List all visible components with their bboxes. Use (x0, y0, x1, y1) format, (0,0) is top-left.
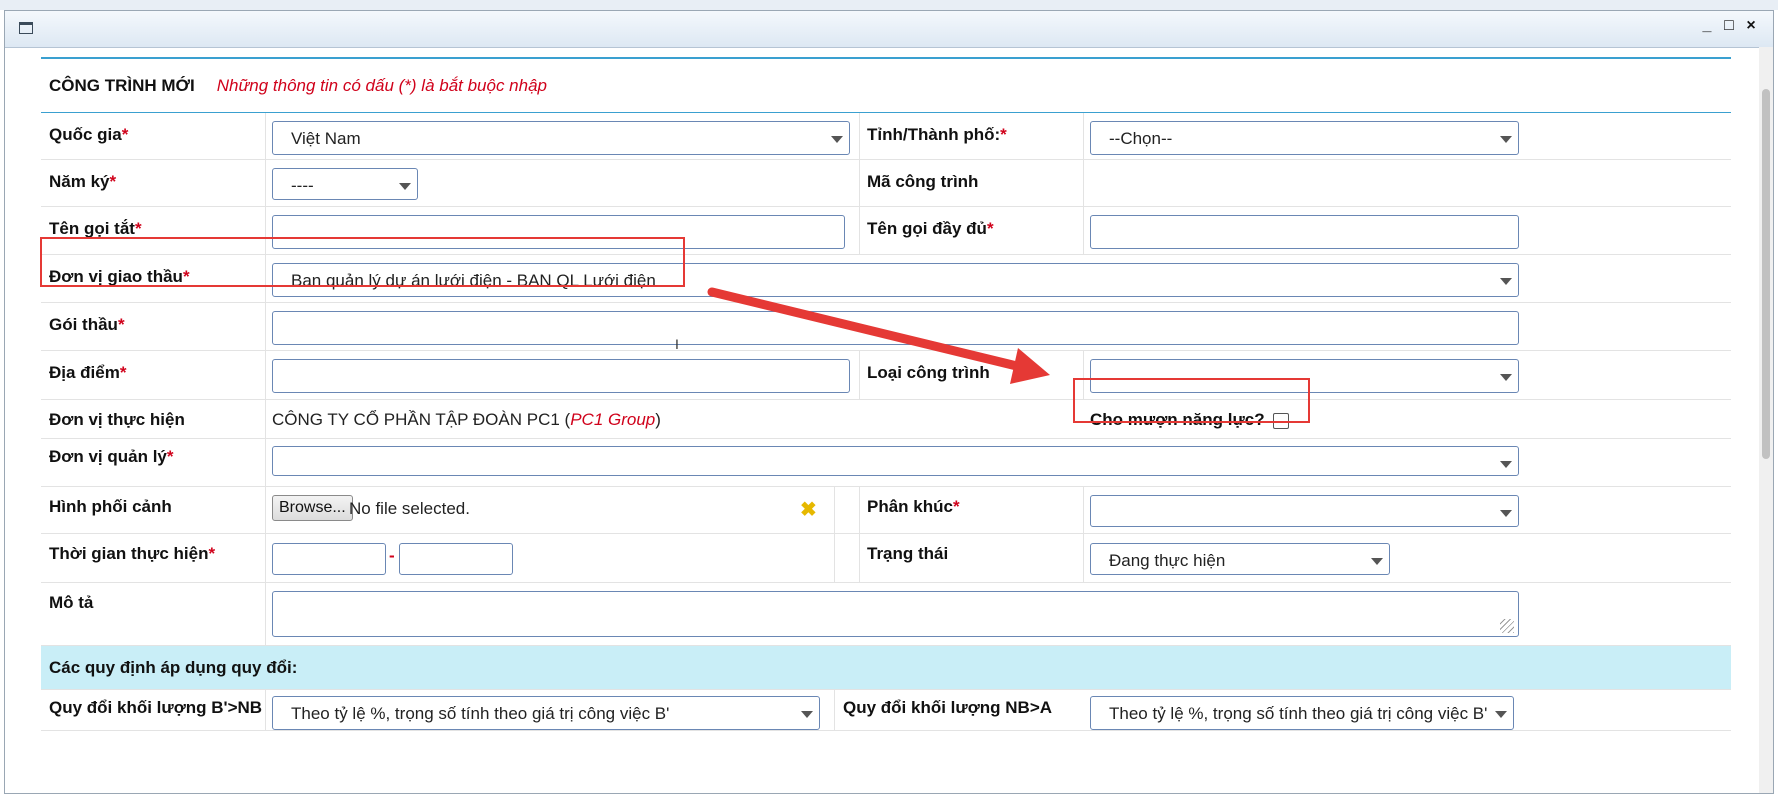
short-name-label: Tên gọi tắt* (49, 219, 142, 238)
dropdown-caret-icon (399, 183, 411, 190)
description-textarea[interactable] (272, 591, 1519, 637)
form-title: CÔNG TRÌNH MỚI (49, 75, 195, 95)
status-label: Trạng thái (867, 544, 949, 563)
rules-section-title: Các quy định áp dụng quy đổi: (49, 658, 298, 677)
dropdown-caret-icon (831, 136, 843, 143)
annotation-box-tender-unit (40, 237, 685, 287)
sign-year-label: Năm ký* (49, 172, 117, 191)
dropdown-caret-icon (1500, 461, 1512, 468)
rules-section: Các quy định áp dụng quy đổi: (41, 646, 1731, 690)
perspective-label: Hình phối cảnh (49, 497, 172, 516)
close-icon[interactable]: × (1743, 17, 1759, 35)
full-name-input[interactable] (1090, 215, 1519, 249)
duration-label: Thời gian thực hiện* (49, 544, 216, 563)
window-controls: _ □ × (1699, 17, 1759, 35)
executor-value: CÔNG TY CỔ PHẦN TẬP ĐOÀN PC1 (PC1 Group) (272, 410, 661, 429)
annotation-box-lend-capacity (1073, 378, 1310, 423)
top-strip (0, 0, 1778, 10)
dropdown-caret-icon (1371, 558, 1383, 565)
scroll-thumb[interactable] (1762, 89, 1770, 459)
row-description: Mô tả (41, 583, 1731, 646)
annotation-arrow-icon (707, 287, 1050, 384)
browse-button[interactable]: Browse... (272, 495, 353, 521)
dropdown-caret-icon (1500, 136, 1512, 143)
row-conversion: Quy đổi khối lượng B'>NB Theo tỷ lệ %, t… (41, 690, 1731, 731)
sign-year-select[interactable]: ---- (272, 168, 418, 200)
dropdown-caret-icon (1500, 278, 1512, 285)
manager-unit-select[interactable] (272, 446, 1519, 476)
convert-nb-a-label: Quy đổi khối lượng NB>A (843, 698, 1053, 717)
maximize-icon[interactable]: □ (1721, 17, 1737, 35)
province-select[interactable]: --Chọn-- (1090, 121, 1519, 155)
window-icon (19, 22, 33, 34)
executor-label: Đơn vị thực hiện (49, 410, 185, 429)
segment-select[interactable] (1090, 495, 1519, 527)
executor-group: PC1 Group (570, 410, 656, 429)
manager-unit-label: Đơn vị quản lý* (49, 447, 174, 466)
dropdown-caret-icon (1495, 711, 1507, 718)
status-select[interactable]: Đang thực hiện (1090, 543, 1390, 575)
minimize-icon[interactable]: _ (1699, 17, 1715, 35)
full-name-label: Tên gọi đầy đủ* (867, 219, 994, 238)
segment-label: Phân khúc* (867, 497, 960, 516)
duration-from-input[interactable] (272, 543, 386, 575)
resize-handle-icon[interactable] (1500, 619, 1514, 633)
dropdown-caret-icon (1500, 374, 1512, 381)
convert-b-nb-label: Quy đổi khối lượng B'>NB (49, 698, 263, 717)
form-header: CÔNG TRÌNH MỚI Những thông tin có dấu (*… (41, 57, 1731, 113)
text-cursor-icon: I (675, 336, 679, 352)
country-select[interactable]: Việt Nam (272, 121, 850, 155)
convert-b-nb-select[interactable]: Theo tỷ lệ %, trọng số tính theo giá trị… (272, 696, 820, 730)
row-executor: Đơn vị thực hiện CÔNG TY CỔ PHẦN TẬP ĐOÀ… (41, 400, 1731, 439)
scrollbar[interactable] (1759, 47, 1773, 793)
row-perspective: Hình phối cảnh Browse... No file selecte… (41, 487, 1731, 534)
row-year: Năm ký* ---- Mã công trình (41, 160, 1731, 207)
dropdown-caret-icon (801, 711, 813, 718)
title-bar: _ □ × (5, 11, 1773, 48)
package-label: Gói thầu* (49, 315, 125, 334)
clear-icon[interactable]: ✖ (800, 497, 817, 522)
row-duration: Thời gian thực hiện* - Trạng thái Đang t… (41, 534, 1731, 583)
row-manager-unit: Đơn vị quản lý* (41, 439, 1731, 487)
country-label: Quốc gia* (49, 125, 129, 144)
required-note: Những thông tin có dấu (*) là bắt buộc n… (216, 75, 548, 95)
convert-nb-a-select[interactable]: Theo tỷ lệ %, trọng số tính theo giá trị… (1090, 696, 1514, 730)
duration-to-input[interactable] (399, 543, 513, 575)
row-country: Quốc gia* Việt Nam Tỉnh/Thành phố:* --Ch… (41, 113, 1731, 160)
description-label: Mô tả (49, 593, 94, 612)
file-status: No file selected. (349, 499, 470, 518)
duration-separator: - (389, 546, 395, 565)
province-label: Tỉnh/Thành phố:* (867, 125, 1007, 144)
dropdown-caret-icon (1500, 510, 1512, 517)
project-code-label: Mã công trình (867, 172, 979, 191)
location-label: Địa điểm* (49, 363, 127, 382)
